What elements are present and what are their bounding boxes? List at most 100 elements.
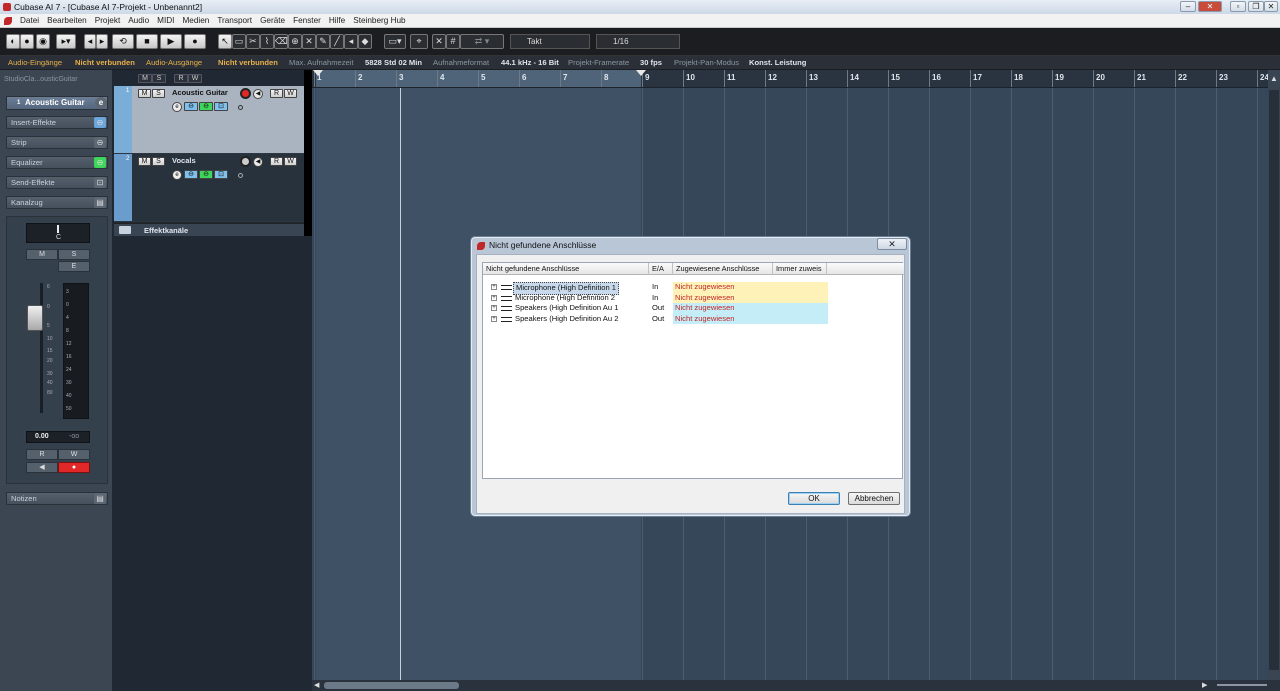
col-header-missing-ports[interactable]: Nicht gefundene Anschlüsse: [483, 263, 649, 275]
ruler-bar-number[interactable]: 19: [1052, 70, 1064, 87]
timeline-ruler[interactable]: 123456789101112131415161718192021222324: [312, 70, 1268, 88]
ruler-bar-number[interactable]: 15: [888, 70, 900, 87]
ok-button[interactable]: OK: [788, 492, 840, 505]
expand-icon[interactable]: +: [491, 305, 497, 311]
automation-mode-button[interactable]: ▸▾: [56, 34, 76, 49]
fx-channels-folder[interactable]: Effektkanäle: [114, 223, 304, 236]
track-solo-button[interactable]: S: [152, 157, 165, 166]
mixer-icon[interactable]: ◉: [36, 34, 50, 49]
track-write-button[interactable]: W: [284, 157, 297, 166]
play-button[interactable]: ▶: [160, 34, 182, 49]
section-equalizer[interactable]: Equalizer ⊖: [6, 156, 108, 169]
strip-bypass-icon[interactable]: ⊖: [94, 137, 106, 148]
ruler-bar-number[interactable]: 8: [601, 70, 608, 87]
quantize-select[interactable]: 1/16: [596, 34, 680, 49]
section-channel-strip[interactable]: Kanalzug ▤: [6, 196, 108, 209]
track-insert-icon[interactable]: ⊖: [184, 102, 198, 111]
close-icon[interactable]: ✕: [1264, 1, 1278, 12]
track-eq-icon[interactable]: ⊖: [199, 102, 213, 111]
menu-fenster[interactable]: Fenster: [289, 14, 325, 27]
pan-control[interactable]: C: [26, 223, 90, 243]
col-header-io[interactable]: E/A: [649, 263, 673, 275]
left-locator-icon[interactable]: [313, 70, 323, 76]
ruler-bar-number[interactable]: 22: [1175, 70, 1187, 87]
table-row[interactable]: + Speakers (High Definition Au 2 Out Nic…: [483, 313, 904, 324]
range-tool-icon[interactable]: ▭: [232, 34, 246, 49]
ruler-bar-number[interactable]: 10: [683, 70, 695, 87]
menu-steinberg-hub[interactable]: Steinberg Hub: [349, 14, 409, 27]
grid-icon[interactable]: #: [446, 34, 460, 49]
track-mute-button[interactable]: M: [138, 157, 151, 166]
section-send-effects[interactable]: Send-Effekte ⊡: [6, 176, 108, 189]
ruler-bar-number[interactable]: 7: [560, 70, 567, 87]
erase-tool-icon[interactable]: ⌫: [274, 34, 288, 49]
menu-datei[interactable]: Datei: [16, 14, 43, 27]
track-eq-icon[interactable]: ⊖: [199, 170, 213, 179]
max-record-time-value[interactable]: 5828 Std 02 Min: [365, 56, 422, 70]
track-record-icon[interactable]: [240, 88, 251, 99]
show-mute-icon[interactable]: M: [138, 74, 152, 83]
track-solo-button[interactable]: S: [152, 89, 165, 98]
app-minimize-icon[interactable]: ▫: [1230, 1, 1246, 12]
cycle-button[interactable]: ⟲: [112, 34, 134, 49]
ruler-bar-number[interactable]: 13: [806, 70, 818, 87]
ruler-bar-number[interactable]: 24: [1257, 70, 1268, 87]
ruler-bar-number[interactable]: 4: [437, 70, 444, 87]
inspector-track-name[interactable]: 1 Acoustic Guitar e: [6, 96, 108, 110]
table-row[interactable]: + Speakers (High Definition Au 1 Out Nic…: [483, 303, 904, 314]
table-row[interactable]: + Microphone (High Definition 1 In Nicht…: [483, 282, 904, 295]
audio-inputs-label[interactable]: Audio-Eingänge: [8, 56, 62, 70]
channel-settings-icon[interactable]: ▤: [94, 197, 106, 208]
section-insert-effects[interactable]: Insert-Effekte ⊖: [6, 116, 108, 129]
vertical-scroll-track[interactable]: [1269, 90, 1279, 670]
menu-audio[interactable]: Audio: [124, 14, 153, 27]
glue-tool-icon[interactable]: ⌇: [260, 34, 274, 49]
solo-button[interactable]: S: [58, 249, 90, 260]
project-cursor[interactable]: [400, 88, 401, 684]
menu-bearbeiten[interactable]: Bearbeiten: [43, 14, 91, 27]
volume-fader-handle[interactable]: [27, 305, 43, 331]
minimize-button[interactable]: –: [1180, 1, 1196, 12]
col-header-always-assign[interactable]: Immer zuweis: [773, 263, 827, 275]
eq-bypass-icon[interactable]: ⊖: [94, 157, 106, 168]
track-send-icon[interactable]: ⊡: [214, 170, 228, 179]
scroll-right-icon[interactable]: ▶: [1202, 681, 1207, 689]
track-lane-icon[interactable]: [238, 173, 243, 178]
monitor-button[interactable]: ◀: [26, 462, 58, 473]
dialog-close-button[interactable]: ✕: [877, 238, 907, 250]
forward-button[interactable]: ▸: [96, 34, 108, 49]
col-header-assigned[interactable]: Zugewiesene Anschlüsse: [673, 263, 773, 275]
pointer-tool-icon[interactable]: ↖: [218, 34, 232, 49]
expand-icon[interactable]: +: [491, 315, 497, 322]
track-color-strip[interactable]: [114, 86, 132, 153]
track-name[interactable]: Vocals: [172, 156, 196, 165]
cancel-button[interactable]: Abbrechen: [848, 492, 900, 505]
horizontal-scrollbar[interactable]: ◀ ▶: [312, 680, 1280, 691]
track-read-button[interactable]: R: [270, 89, 283, 98]
zoom-tool-icon[interactable]: ⊕: [288, 34, 302, 49]
ruler-bar-number[interactable]: 23: [1216, 70, 1228, 87]
max-record-time-label[interactable]: Max. Aufnahmezeit: [289, 56, 354, 70]
mute-tool-icon[interactable]: ✕: [302, 34, 316, 49]
menu-geraete[interactable]: Geräte: [256, 14, 289, 27]
track-monitor-icon[interactable]: ◀: [253, 89, 263, 99]
track-row-1[interactable]: 1 M S Acoustic Guitar ◀ R W e ⊖ ⊖ ⊡: [114, 86, 304, 154]
ruler-bar-number[interactable]: 21: [1134, 70, 1146, 87]
audio-inputs-value[interactable]: Nicht verbunden: [75, 56, 135, 70]
draw-tool-icon[interactable]: ✎: [316, 34, 330, 49]
menu-midi[interactable]: MIDI: [153, 14, 178, 27]
menu-transport[interactable]: Transport: [213, 14, 256, 27]
audio-outputs-value[interactable]: Nicht verbunden: [218, 56, 278, 70]
autoscroll-button[interactable]: ▭▾: [384, 34, 406, 49]
menu-hilfe[interactable]: Hilfe: [325, 14, 349, 27]
ruler-bar-number[interactable]: 18: [1011, 70, 1023, 87]
line-tool-icon[interactable]: ╱: [330, 34, 344, 49]
show-read-icon[interactable]: R: [174, 74, 188, 83]
expand-icon[interactable]: +: [491, 294, 497, 301]
menu-projekt[interactable]: Projekt: [91, 14, 124, 27]
split-tool-icon[interactable]: ✂: [246, 34, 260, 49]
show-solo-icon[interactable]: S: [152, 74, 166, 83]
project-pan-label[interactable]: Projekt-Pan-Modus: [674, 56, 739, 70]
snap-type-button[interactable]: ⌖: [410, 34, 428, 49]
track-insert-icon[interactable]: ⊖: [184, 170, 198, 179]
